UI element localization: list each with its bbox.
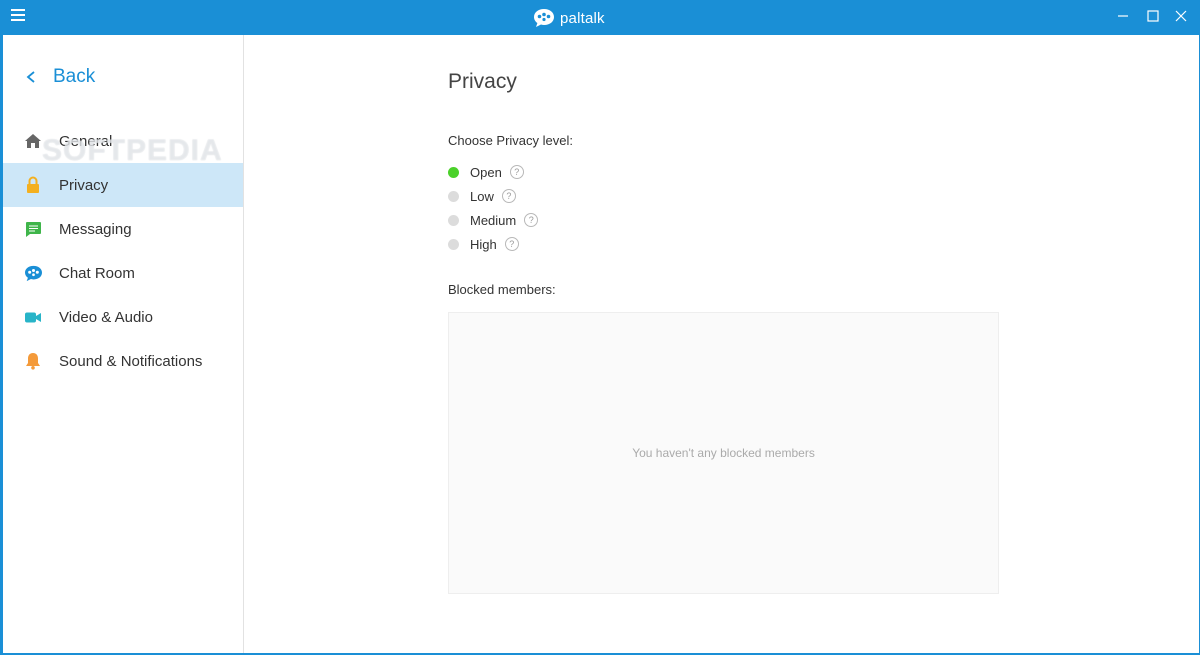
blocked-members-empty-text: You haven't any blocked members [632, 446, 815, 460]
maximize-icon[interactable] [1143, 6, 1163, 26]
privacy-option-label: Open [470, 164, 502, 180]
home-icon [23, 131, 43, 151]
sidebar-item-general[interactable]: General [3, 119, 243, 163]
hamburger-menu-icon[interactable] [11, 9, 25, 23]
chevron-left-icon [26, 71, 35, 83]
sidebar-item-label: Messaging [59, 220, 132, 238]
back-label: Back [53, 66, 96, 87]
bell-icon [23, 351, 43, 371]
privacy-option-label: Medium [470, 212, 517, 228]
sidebar-item-video-audio[interactable]: Video & Audio [3, 295, 243, 339]
privacy-option-low[interactable]: Low ? [448, 184, 538, 208]
chat-room-icon [23, 263, 43, 283]
help-icon[interactable]: ? [504, 237, 519, 251]
message-icon [23, 219, 43, 239]
privacy-option-high[interactable]: High ? [448, 232, 538, 256]
sidebar-item-label: General [59, 132, 113, 150]
privacy-option-label: High [470, 236, 497, 252]
sidebar-item-label: Sound & Notifications [59, 352, 203, 370]
close-icon[interactable] [1171, 6, 1191, 26]
sidebar-item-sound-notifications[interactable]: Sound & Notifications [3, 339, 243, 383]
lock-icon [23, 175, 43, 195]
privacy-level-options: Open ? Low ? Medium ? High ? [448, 160, 539, 256]
privacy-option-medium[interactable]: Medium ? [448, 208, 539, 232]
sidebar-item-messaging[interactable]: Messaging [3, 207, 243, 251]
help-icon[interactable]: ? [509, 165, 524, 179]
radio-button[interactable] [448, 238, 459, 250]
sidebar-item-privacy[interactable]: Privacy [3, 163, 243, 207]
page-title: Privacy [448, 70, 517, 93]
sidebar-item-label: Privacy [59, 176, 109, 194]
back-button[interactable]: Back [25, 66, 95, 88]
sidebar-item-label: Video & Audio [59, 308, 153, 326]
privacy-level-label: Choose Privacy level: [448, 133, 573, 148]
blocked-members-list[interactable]: You haven't any blocked members [448, 312, 999, 594]
minimize-icon[interactable] [1113, 6, 1133, 26]
blocked-members-label: Blocked members: [448, 282, 556, 297]
settings-sidebar: Back General Privacy Messaging Chat Room [3, 35, 244, 653]
paltalk-logo-icon [534, 9, 554, 27]
sidebar-item-chat-room[interactable]: Chat Room [3, 251, 243, 295]
video-camera-icon [23, 307, 43, 327]
radio-button[interactable] [448, 190, 459, 202]
app-brand: paltalk [533, 7, 605, 29]
app-name: paltalk [560, 9, 605, 27]
privacy-option-open[interactable]: Open ? [448, 160, 538, 184]
settings-nav: General Privacy Messaging Chat Room Vide… [3, 119, 243, 383]
help-icon[interactable]: ? [501, 189, 516, 203]
radio-button[interactable] [448, 214, 459, 226]
privacy-panel: Privacy Choose Privacy level: Open ? Low… [448, 35, 1148, 653]
radio-button-selected[interactable] [448, 166, 459, 178]
privacy-option-label: Low [470, 188, 494, 204]
help-icon[interactable]: ? [524, 213, 539, 227]
sidebar-item-label: Chat Room [59, 264, 135, 282]
title-bar: paltalk [0, 0, 1200, 35]
